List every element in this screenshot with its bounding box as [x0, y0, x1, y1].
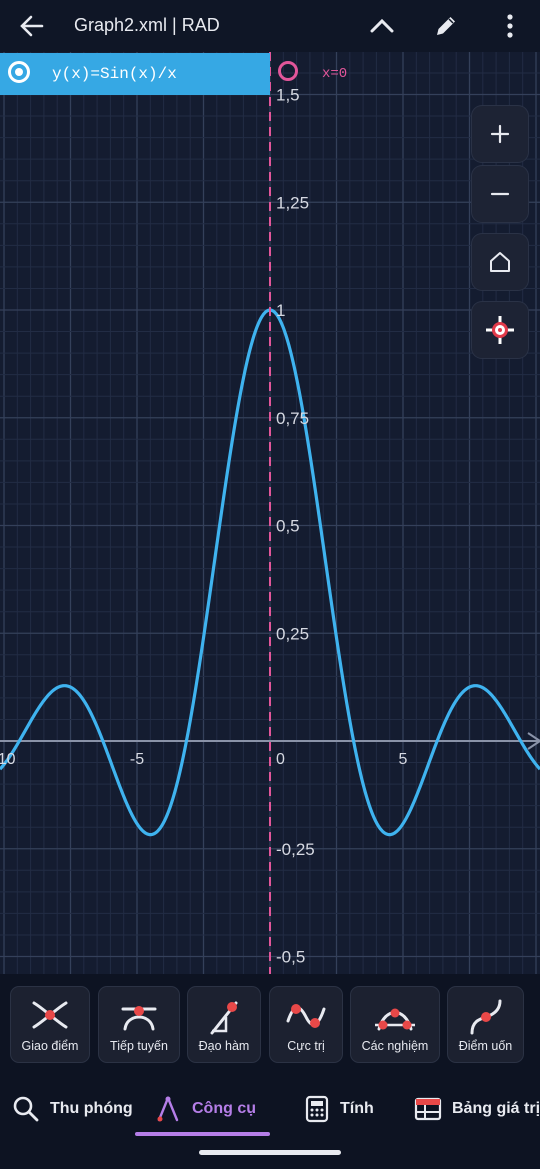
function-radio-icon[interactable] [8, 61, 30, 83]
back-arrow-icon[interactable] [18, 12, 46, 40]
y-tick-label: 1 [276, 301, 285, 320]
nav-label: Thu phóng [50, 1100, 133, 1117]
nav-zoom[interactable]: Thu phóng [12, 1094, 133, 1124]
tool-label: Các nghiệm [361, 1039, 429, 1053]
nav-label: Bảng giá trị [452, 1100, 540, 1117]
inflection-icon [470, 999, 501, 1035]
function-expression: y(x)=Sin(x)/x [52, 65, 177, 83]
chevron-up-icon[interactable] [368, 12, 396, 40]
graph-canvas[interactable]: -10-5051,51,2510,750,50,25-0,25-0,5-0,75 [0, 52, 540, 974]
app-bar: Graph2.xml | RAD [0, 0, 540, 52]
nav-label: Tính [340, 1100, 374, 1117]
table-icon [414, 1097, 442, 1121]
tools-panel: Giao điểm Tiếp tuyến Đạo hàm Cực trị Các… [0, 974, 540, 1074]
roots-icon [375, 1008, 415, 1031]
intersection-icon [32, 1001, 68, 1029]
y-tick-label: 1,5 [276, 86, 300, 105]
y-tick-label: 0,25 [276, 624, 309, 643]
y-tick-label: 0,5 [276, 517, 300, 536]
home-indicator[interactable] [199, 1150, 341, 1155]
tool-derivative-button[interactable]: Đạo hàm [188, 987, 260, 1062]
tool-tangent-button[interactable]: Tiếp tuyến [99, 987, 179, 1062]
search-icon [13, 1096, 39, 1122]
x-tick-label: -5 [130, 751, 144, 768]
nav-tools[interactable]: Công cụ [154, 1094, 256, 1124]
tool-label: Giao điểm [21, 1039, 79, 1053]
pencil-icon[interactable] [432, 12, 460, 40]
home-button[interactable] [472, 234, 528, 290]
y-tick-label: -0,5 [276, 948, 305, 967]
x-tick-label: 5 [399, 751, 408, 768]
nav-label: Công cụ [192, 1100, 256, 1117]
tool-roots-button[interactable]: Các nghiệm [351, 987, 439, 1062]
crosshair-icon [486, 316, 514, 344]
tool-label: Cực trị [287, 1039, 325, 1053]
tool-intersection-button[interactable]: Giao điểm [11, 987, 89, 1062]
tangent-icon [121, 1006, 157, 1031]
tool-extremum-button[interactable]: Cực trị [270, 987, 342, 1062]
nav-active-indicator [135, 1132, 270, 1136]
home-icon [490, 252, 510, 272]
zoom-in-button[interactable] [472, 106, 528, 162]
graph-svg[interactable]: -10-5051,51,2510,750,50,25-0,25-0,5-0,75 [0, 52, 540, 974]
x-tick-label: 0 [276, 751, 285, 768]
trace-marker-icon[interactable] [278, 61, 298, 81]
zoom-in-icon [490, 124, 510, 144]
derivative-icon [210, 1001, 238, 1035]
nav-calculate[interactable]: Tính [304, 1094, 374, 1124]
y-tick-label: 1,25 [276, 193, 309, 212]
nav-value-table[interactable]: Bảng giá trị [414, 1094, 540, 1124]
trace-marker-label: x=0 [322, 66, 348, 82]
calculator-icon [305, 1095, 329, 1123]
tool-label: Điểm uốn [458, 1039, 513, 1053]
tool-label: Đạo hàm [198, 1039, 250, 1053]
crosshair-button[interactable] [472, 302, 528, 358]
y-tick-label: 0,75 [276, 409, 309, 428]
zoom-out-icon [490, 192, 510, 196]
tool-inflection-button[interactable]: Điểm uốn [448, 987, 523, 1062]
zoom-out-button[interactable] [472, 166, 528, 222]
tools-icon [157, 1096, 179, 1122]
y-tick-label: -0,25 [276, 840, 315, 859]
extremum-icon [286, 1004, 326, 1028]
x-tick-label: -10 [0, 751, 16, 768]
more-vert-icon[interactable] [496, 12, 524, 40]
tool-label: Tiếp tuyến [110, 1039, 168, 1053]
function-bar[interactable]: y(x)=Sin(x)/x [0, 53, 270, 95]
page-title: Graph2.xml | RAD [74, 15, 220, 35]
